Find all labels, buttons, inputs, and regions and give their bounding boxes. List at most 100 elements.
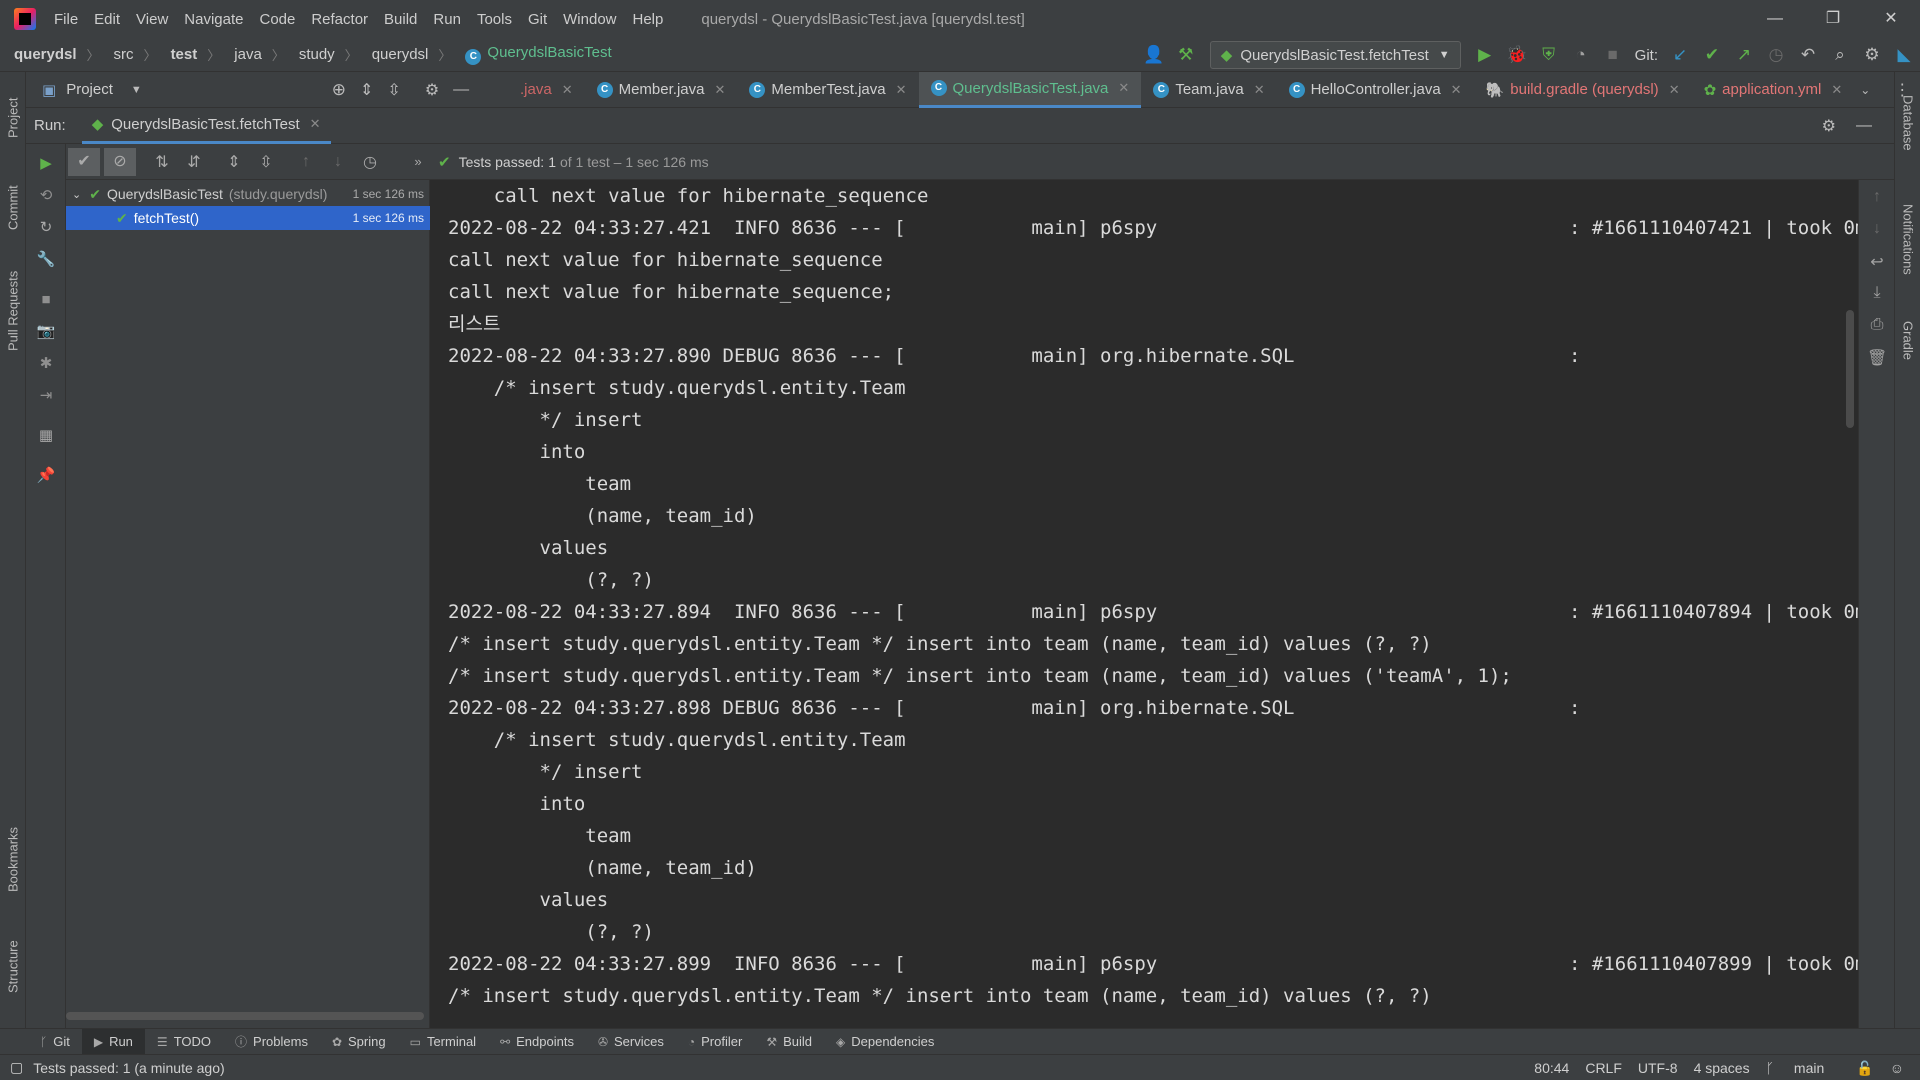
expand-all-icon[interactable]: ⇕ (360, 80, 373, 100)
editor-tab[interactable]: .java ✕ (508, 72, 585, 108)
toggle-auto-test-icon[interactable]: ↻ (36, 218, 56, 238)
tool-tab-project[interactable]: Project (0, 78, 26, 158)
chevron-down-icon[interactable]: ▼ (131, 84, 142, 96)
plugin-icon[interactable]: ◣ (1888, 45, 1920, 65)
scroll-to-end-icon[interactable]: ⤓ (1867, 284, 1887, 302)
file-encoding[interactable]: UTF-8 (1638, 1060, 1678, 1076)
next-icon[interactable]: ↓ (322, 153, 354, 171)
close-icon[interactable]: ✕ (1862, 0, 1920, 38)
status-message[interactable]: Tests passed: 1 (a minute ago) (33, 1060, 224, 1076)
menu-window[interactable]: Window (563, 11, 616, 28)
status-toggle-icon[interactable]: ▢ (10, 1059, 23, 1076)
menu-navigate[interactable]: Navigate (184, 11, 243, 28)
sort-alpha-icon[interactable]: ⇅ (146, 152, 178, 172)
tool-tab-build[interactable]: ⚒ Build (754, 1029, 824, 1055)
tool-tab-run[interactable]: ▶ Run (81, 1028, 145, 1055)
run-configuration-select[interactable]: ◆ QuerydslBasicTest.fetchTest ▼ (1209, 41, 1461, 69)
tree-node-suite[interactable]: ⌄ ✔ QuerydslBasicTest (study.querydsl) 1… (66, 182, 430, 206)
editor-tab[interactable]: C MemberTest.java ✕ (737, 72, 918, 108)
project-dropdown[interactable]: Project (66, 81, 113, 98)
close-icon[interactable]: ✕ (1118, 80, 1129, 96)
editor-tab[interactable]: 🐘 build.gradle (querydsl) ✕ (1474, 72, 1692, 108)
trash-icon[interactable]: 🗑 (1867, 348, 1887, 368)
menu-help[interactable]: Help (633, 11, 664, 28)
breadcrumb-java[interactable]: java (234, 46, 262, 63)
indent-setting[interactable]: 4 spaces (1694, 1060, 1750, 1076)
show-passed-icon[interactable]: ✔ (68, 147, 100, 176)
close-icon[interactable]: ✕ (1451, 82, 1462, 98)
arrow-up-icon[interactable]: ↑ (1867, 188, 1887, 206)
tool-tab-notifications[interactable]: Notifications (1895, 184, 1920, 294)
profile-icon[interactable]: ◔ (1565, 45, 1597, 65)
menu-git[interactable]: Git (528, 11, 547, 28)
lock-icon[interactable]: 🔓 (1856, 1060, 1873, 1077)
breadcrumb-src[interactable]: src (114, 46, 134, 63)
wrench-icon[interactable]: 🔧 (36, 250, 56, 270)
tool-tab-profiler[interactable]: ◔ Profiler (676, 1029, 754, 1055)
breadcrumb-test[interactable]: test (171, 46, 198, 63)
tool-tab-commit[interactable]: Commit (0, 168, 26, 248)
settings-icon[interactable]: ⚙ (1822, 116, 1836, 136)
menu-refactor[interactable]: Refactor (311, 11, 368, 28)
coverage-icon[interactable]: ⛨ (1533, 45, 1565, 65)
close-icon[interactable]: ✕ (310, 116, 321, 132)
expand-all-icon[interactable]: ⇕ (218, 152, 250, 172)
menu-code[interactable]: Code (259, 11, 295, 28)
tool-tab-terminal[interactable]: ▭ Terminal (398, 1029, 488, 1055)
pin-icon[interactable]: 📌 (36, 466, 56, 486)
chevron-down-icon[interactable]: ⌄ (1860, 83, 1870, 97)
more-icon[interactable]: ⋮ (1894, 80, 1910, 100)
git-update-icon[interactable]: ↙ (1664, 45, 1696, 65)
git-branch[interactable]: ᚴ main (1766, 1060, 1841, 1076)
editor-tab[interactable]: ✿ application.yml ✕ (1692, 72, 1855, 108)
git-push-icon[interactable]: ↗ (1728, 45, 1760, 65)
user-icon[interactable]: 👤 (1138, 45, 1170, 65)
restore-icon[interactable]: ❐ (1804, 0, 1862, 38)
tool-tab-structure[interactable]: Structure (0, 924, 26, 1010)
close-icon[interactable]: ✕ (896, 82, 907, 98)
run-icon[interactable]: ▶ (1469, 45, 1501, 65)
close-icon[interactable]: ✕ (1831, 82, 1842, 98)
close-icon[interactable]: ✕ (714, 82, 725, 98)
tool-tab-spring[interactable]: ✿ Spring (320, 1029, 398, 1055)
breadcrumb-class[interactable]: C QuerydslBasicTest (465, 44, 612, 65)
breadcrumb-project[interactable]: querydsl (14, 46, 77, 63)
settings-icon[interactable]: ⚙ (1856, 45, 1888, 65)
tool-tab-git[interactable]: ᚴ Git (28, 1029, 82, 1055)
editor-tab[interactable]: C HelloController.java ✕ (1277, 72, 1474, 108)
console-scrollbar[interactable] (1846, 310, 1854, 428)
rerun-failed-icon[interactable]: ⟲ (36, 186, 56, 206)
console-output[interactable]: call next value for hibernate_sequence 2… (430, 180, 1858, 1028)
stop-icon[interactable]: ■ (36, 290, 56, 310)
menu-file[interactable]: File (54, 11, 78, 28)
print-icon[interactable]: ⎙ (1867, 316, 1887, 334)
breadcrumb-querydsl[interactable]: querydsl (372, 46, 429, 63)
tree-horizontal-scrollbar[interactable] (66, 1012, 424, 1020)
line-separator[interactable]: CRLF (1585, 1060, 1622, 1076)
stop-icon[interactable]: ■ (1597, 45, 1629, 65)
menu-view[interactable]: View (136, 11, 168, 28)
close-icon[interactable]: ✕ (1254, 82, 1265, 98)
editor-tab[interactable]: C Member.java ✕ (585, 72, 738, 108)
locate-icon[interactable]: ⊕ (332, 80, 346, 100)
close-icon[interactable]: ✕ (562, 82, 573, 98)
tool-tab-pull-requests[interactable]: Pull Requests (0, 256, 26, 366)
tool-tab-bookmarks[interactable]: Bookmarks (0, 814, 26, 904)
git-commit-icon[interactable]: ✔ (1696, 45, 1728, 65)
close-icon[interactable]: ✕ (1669, 82, 1680, 98)
chevron-down-icon[interactable]: ⌄ (72, 188, 81, 201)
previous-icon[interactable]: ↑ (290, 153, 322, 171)
tool-tab-problems[interactable]: ⓘ Problems (223, 1029, 320, 1055)
tool-tab-endpoints[interactable]: ⚯ Endpoints (488, 1029, 586, 1055)
git-history-icon[interactable]: ◷ (1760, 45, 1792, 65)
hide-icon[interactable]: — (1856, 117, 1872, 135)
exit-icon[interactable]: ⇥ (36, 386, 56, 406)
caret-position[interactable]: 80:44 (1534, 1060, 1569, 1076)
menu-edit[interactable]: Edit (94, 11, 120, 28)
tool-tab-todo[interactable]: ☰ TODO (145, 1029, 223, 1055)
collapse-all-icon[interactable]: ⇳ (250, 152, 282, 172)
tree-node-test[interactable]: ✔ fetchTest() 1 sec 126 ms (66, 206, 430, 230)
layout-icon[interactable]: ▦ (36, 426, 56, 446)
settings-icon[interactable]: ⚙ (425, 80, 439, 100)
debug-icon[interactable]: ✱ (36, 354, 56, 374)
